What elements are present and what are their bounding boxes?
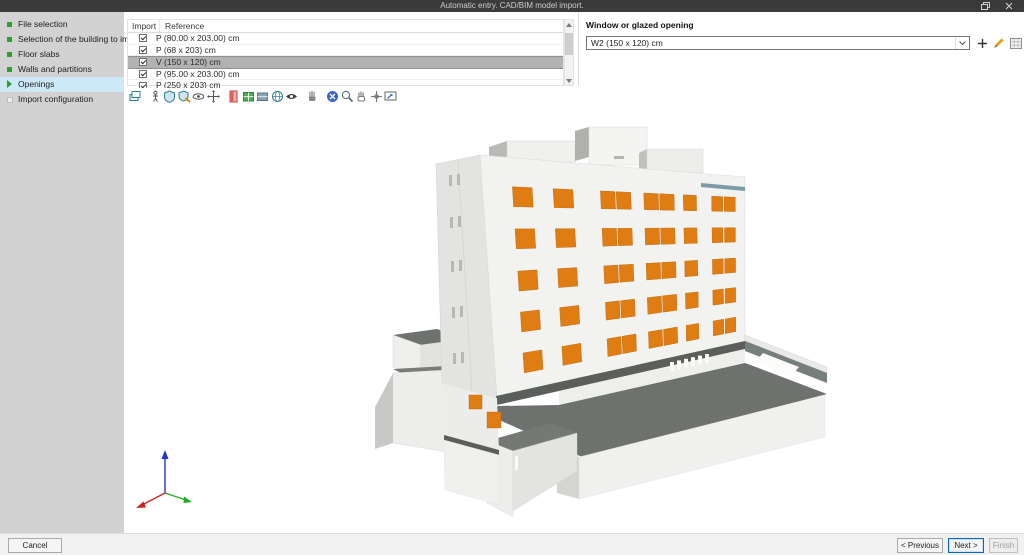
table-row[interactable]: P (95.00 x 203.00) cm bbox=[128, 69, 563, 81]
sidebar-item-walls-partitions[interactable]: Walls and partitions bbox=[0, 62, 124, 77]
fit-screen-icon[interactable] bbox=[384, 90, 397, 103]
table-header: Import Reference bbox=[128, 20, 563, 33]
panel-title: Window or glazed opening bbox=[579, 12, 1024, 30]
zoom-extents-icon[interactable] bbox=[326, 90, 339, 103]
step-done-icon bbox=[7, 22, 12, 27]
import-checkbox[interactable] bbox=[139, 34, 147, 42]
door-icon[interactable] bbox=[227, 90, 240, 103]
edit-pencil-icon[interactable] bbox=[992, 36, 1006, 50]
table-row[interactable]: P (80.00 x 203.00) cm bbox=[128, 33, 563, 45]
visibility-icon[interactable] bbox=[285, 90, 298, 103]
restore-window-icon[interactable] bbox=[974, 0, 996, 12]
table-grid-icon[interactable] bbox=[1009, 36, 1023, 50]
step-done-icon bbox=[7, 52, 12, 57]
step-pending-icon bbox=[7, 97, 13, 103]
center-target-icon[interactable] bbox=[370, 90, 383, 103]
window-title: Automatic entry. CAD/BIM model import. bbox=[0, 0, 1024, 12]
add-opening-icon[interactable] bbox=[975, 36, 989, 50]
reference-cell: P (68 x 203) cm bbox=[147, 45, 216, 56]
sidebar-item-floor-slabs[interactable]: Floor slabs bbox=[0, 47, 124, 62]
scrollbar-thumb[interactable] bbox=[565, 33, 573, 55]
scroll-down-icon[interactable] bbox=[565, 76, 573, 85]
scroll-up-icon[interactable] bbox=[565, 20, 573, 29]
pan-icon[interactable] bbox=[355, 90, 368, 103]
previous-button[interactable]: < Previous bbox=[897, 538, 943, 553]
opening-type-panel: Window or glazed opening W2 (150 x 120) … bbox=[578, 12, 1024, 86]
shield-icon[interactable] bbox=[163, 90, 176, 103]
model-3d-viewport[interactable] bbox=[124, 104, 1024, 533]
sidebar-item-label: Openings bbox=[18, 79, 54, 89]
axis-triad bbox=[136, 450, 192, 508]
chevron-down-icon[interactable] bbox=[955, 37, 969, 49]
wizard-steps-sidebar: File selection Selection of the building… bbox=[0, 12, 124, 533]
close-icon[interactable] bbox=[998, 0, 1020, 12]
sidebar-item-label: Floor slabs bbox=[18, 49, 60, 59]
sidebar-item-openings[interactable]: Openings bbox=[0, 77, 124, 92]
finish-button-disabled: Finish bbox=[989, 538, 1018, 553]
selected-opening-value: W2 (150 x 120) cm bbox=[587, 37, 955, 49]
window-icon[interactable] bbox=[242, 90, 255, 103]
hand-draw-icon[interactable] bbox=[306, 90, 319, 103]
footer-bar: Cancel < Previous Next > Finish bbox=[0, 533, 1024, 555]
step-done-icon bbox=[7, 37, 12, 42]
views-stack-icon[interactable] bbox=[128, 90, 141, 103]
import-checkbox[interactable] bbox=[139, 58, 147, 66]
step-done-icon bbox=[7, 67, 12, 72]
sidebar-item-label: File selection bbox=[18, 19, 68, 29]
table-row-selected[interactable]: V (150 x 120) cm bbox=[128, 56, 563, 69]
next-button[interactable]: Next > bbox=[948, 538, 984, 553]
sidebar-item-import-configuration[interactable]: Import configuration bbox=[0, 92, 124, 107]
openings-table: Import Reference P (80.00 x 203.00) cm P… bbox=[127, 19, 564, 86]
sidebar-item-building-selection[interactable]: Selection of the building to import bbox=[0, 32, 124, 47]
reference-cell: V (150 x 120) cm bbox=[147, 57, 221, 68]
title-bar: Automatic entry. CAD/BIM model import. bbox=[0, 0, 1024, 12]
step-current-icon bbox=[7, 80, 12, 88]
zoom-window-icon[interactable] bbox=[341, 90, 354, 103]
sphere-icon[interactable] bbox=[271, 90, 284, 103]
person-height-icon[interactable] bbox=[149, 90, 162, 103]
table-scrollbar[interactable] bbox=[564, 19, 574, 86]
sidebar-item-label: Import configuration bbox=[18, 94, 93, 104]
column-header-reference: Reference bbox=[160, 20, 563, 32]
wizard-window: Automatic entry. CAD/BIM model import. F… bbox=[0, 0, 1024, 555]
view-toolbar bbox=[124, 88, 1024, 104]
opening-type-select[interactable]: W2 (150 x 120) cm bbox=[586, 36, 970, 50]
orbit-icon[interactable] bbox=[192, 90, 205, 103]
move-icon[interactable] bbox=[207, 90, 220, 103]
reference-cell: P (95.00 x 203.00) cm bbox=[147, 69, 239, 80]
import-checkbox[interactable] bbox=[139, 70, 147, 78]
sidebar-item-label: Selection of the building to import bbox=[18, 34, 144, 44]
column-header-import: Import bbox=[128, 20, 160, 32]
cancel-button[interactable]: Cancel bbox=[8, 538, 62, 553]
table-row[interactable]: P (68 x 203) cm bbox=[128, 45, 563, 57]
reference-cell: P (80.00 x 203.00) cm bbox=[147, 33, 239, 44]
shield-edit-icon[interactable] bbox=[178, 90, 191, 103]
3d-model-view bbox=[124, 104, 1024, 533]
sidebar-item-file-selection[interactable]: File selection bbox=[0, 17, 124, 32]
import-checkbox[interactable] bbox=[139, 46, 147, 54]
sidebar-item-label: Walls and partitions bbox=[18, 64, 92, 74]
skylight-icon[interactable] bbox=[256, 90, 269, 103]
